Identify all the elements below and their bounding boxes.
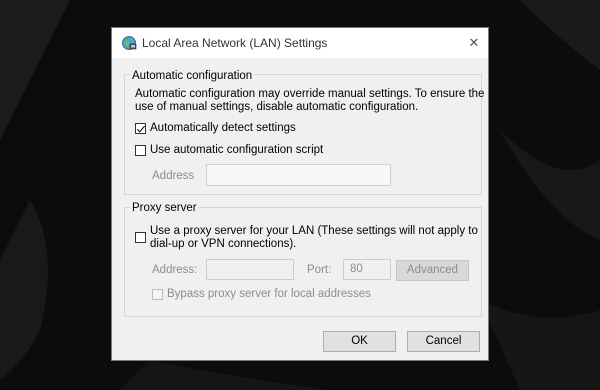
window-title: Local Area Network (LAN) Settings xyxy=(142,36,328,50)
auto-config-script-checkbox[interactable]: Use automatic configuration script xyxy=(135,144,323,156)
proxy-address-input[interactable] xyxy=(206,259,294,280)
proxy-port-label: Port: xyxy=(307,264,332,276)
script-address-input[interactable] xyxy=(206,164,391,186)
proxy-server-legend: Proxy server xyxy=(130,201,199,215)
cancel-button[interactable]: Cancel xyxy=(407,331,480,352)
bypass-local-checkbox-box[interactable] xyxy=(152,289,163,300)
use-proxy-label-line2: dial-up or VPN connections). xyxy=(150,238,297,250)
close-icon[interactable]: ✕ xyxy=(462,32,486,54)
use-proxy-label-line1: Use a proxy server for your LAN (These s… xyxy=(150,225,478,237)
auto-config-script-checkbox-box[interactable] xyxy=(135,145,146,156)
auto-config-script-label: Use automatic configuration script xyxy=(150,144,324,156)
use-proxy-checkbox[interactable]: Use a proxy server for your LAN (These s… xyxy=(135,225,478,251)
proxy-address-label: Address: xyxy=(152,264,198,276)
advanced-button[interactable]: Advanced xyxy=(396,260,469,281)
title-bar: Local Area Network (LAN) Settings ✕ xyxy=(112,28,488,58)
auto-config-description-line2: use of manual settings, disable automati… xyxy=(135,101,419,113)
proxy-port-value: 80 xyxy=(350,263,363,275)
bypass-local-checkbox[interactable]: Bypass proxy server for local addresses xyxy=(152,288,371,300)
use-proxy-checkbox-box[interactable] xyxy=(135,232,146,243)
lan-settings-dialog: Local Area Network (LAN) Settings ✕ Auto… xyxy=(111,27,489,361)
auto-config-description-line1: Automatic configuration may override man… xyxy=(135,88,485,100)
auto-detect-label: Automatically detect settings xyxy=(150,122,296,134)
bypass-local-label: Bypass proxy server for local addresses xyxy=(167,288,371,300)
script-address-label: Address xyxy=(152,170,195,182)
auto-detect-checkbox[interactable]: Automatically detect settings xyxy=(135,122,296,134)
network-globe-icon xyxy=(122,36,137,50)
automatic-configuration-legend: Automatic configuration xyxy=(130,69,255,83)
auto-detect-checkbox-box[interactable] xyxy=(135,123,146,134)
ok-button[interactable]: OK xyxy=(323,331,396,352)
proxy-port-input[interactable]: 80 xyxy=(343,259,391,280)
